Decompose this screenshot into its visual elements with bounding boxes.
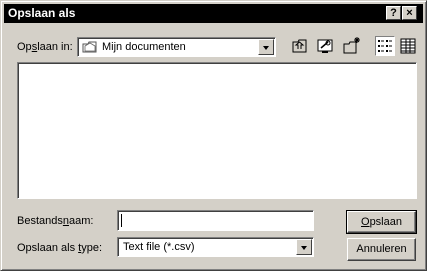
new-folder-icon [343,37,360,54]
file-list[interactable] [17,62,417,199]
up-one-level-icon [292,39,307,53]
new-folder-button[interactable] [342,36,362,56]
help-button[interactable]: ? [386,6,401,20]
window-title: Opslaan als [8,6,76,20]
my-documents-folder-icon [82,40,98,54]
details-view-icon [400,38,416,54]
save-in-label: Opslaan in: [17,41,73,53]
list-view-icon [378,40,392,52]
title-bar[interactable]: Opslaan als ? × [4,4,423,23]
desktop-icon [317,39,333,53]
save-button[interactable]: Opslaan [346,210,417,234]
filename-input[interactable] [117,210,314,231]
details-view-button[interactable] [398,36,418,56]
cancel-button[interactable]: Annuleren [347,238,416,261]
desktop-button[interactable] [315,36,335,56]
save-in-dropdown[interactable]: Mijn documenten [77,37,276,57]
save-as-dialog: Opslaan als ? × Opslaan in: Mijn documen… [0,0,427,271]
text-cursor [121,214,122,227]
filetype-value: Text file (*.csv) [123,241,195,253]
save-in-value: Mijn documenten [102,41,186,53]
filename-label: Bestandsnaam: [17,215,94,227]
close-button[interactable]: × [402,6,417,20]
save-button-label: Opslaan [361,216,402,228]
chevron-down-icon[interactable] [258,39,274,55]
up-one-level-button[interactable] [290,36,310,56]
chevron-down-icon[interactable] [296,239,312,255]
list-view-button[interactable] [375,36,395,56]
filetype-dropdown[interactable]: Text file (*.csv) [117,237,314,257]
filetype-label: Opslaan als type: [17,242,103,254]
